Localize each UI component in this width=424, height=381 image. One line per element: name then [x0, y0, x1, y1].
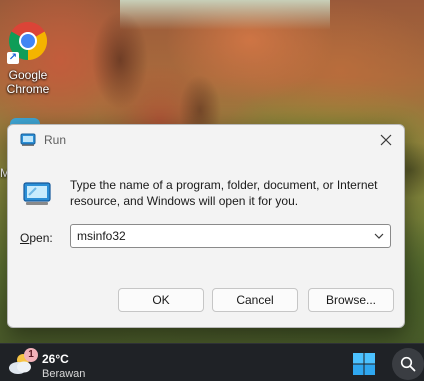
close-button[interactable] — [374, 129, 398, 151]
run-icon — [20, 133, 36, 147]
open-label: Open: — [20, 231, 53, 245]
run-program-icon — [22, 181, 52, 209]
open-combobox[interactable] — [70, 224, 391, 248]
weather-temperature: 26°C — [42, 352, 69, 366]
ok-button[interactable]: OK — [118, 288, 204, 312]
run-dialog: Run Type the name of a program, folder, … — [7, 124, 405, 328]
shortcut-arrow-icon: ↗ — [7, 52, 19, 64]
open-input[interactable] — [71, 225, 361, 247]
run-dialog-title: Run — [44, 133, 67, 147]
close-icon — [380, 134, 392, 146]
run-dialog-description: Type the name of a program, folder, docu… — [70, 178, 378, 208]
weather-widget[interactable]: 1 26°C Berawan — [8, 348, 118, 380]
search-button[interactable] — [392, 348, 424, 380]
taskbar: 1 26°C Berawan — [0, 343, 424, 381]
chevron-down-icon — [374, 233, 384, 239]
weather-condition: Berawan — [42, 368, 86, 380]
search-icon — [400, 356, 416, 372]
desktop-icon-google-chrome[interactable]: ↗ Google Chrome — [2, 16, 54, 102]
dialog-button-row: OK Cancel Browse... — [8, 288, 404, 312]
cancel-button[interactable]: Cancel — [212, 288, 298, 312]
run-dialog-titlebar[interactable]: Run — [8, 125, 404, 155]
weather-alert-badge: 1 — [24, 348, 38, 362]
windows-start-icon — [353, 353, 375, 375]
open-dropdown-button[interactable] — [372, 229, 386, 243]
desktop-icon-label: Google Chrome — [6, 68, 50, 96]
browse-button[interactable]: Browse... — [308, 288, 394, 312]
chrome-icon: ↗ — [5, 18, 51, 64]
start-button[interactable] — [352, 352, 376, 376]
